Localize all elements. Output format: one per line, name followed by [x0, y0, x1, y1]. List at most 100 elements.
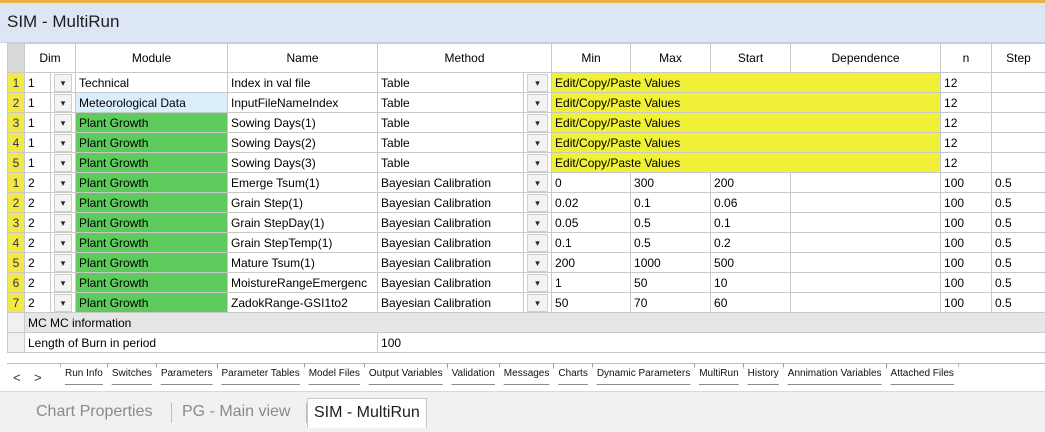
- row-number[interactable]: 2: [7, 192, 25, 213]
- min-cell[interactable]: 0.02: [551, 192, 632, 213]
- start-cell[interactable]: 500: [710, 252, 792, 273]
- tab-switches[interactable]: Switches: [107, 364, 157, 385]
- row-number[interactable]: 4: [7, 232, 25, 253]
- dim-cell[interactable]: 2: [24, 232, 51, 253]
- chevron-down-icon[interactable]: ▾: [54, 194, 73, 212]
- chevron-down-icon[interactable]: ▾: [54, 114, 73, 132]
- module-cell[interactable]: Meteorological Data: [75, 92, 229, 113]
- method-dropdown[interactable]: ▾: [523, 112, 553, 133]
- col-header-start[interactable]: Start: [710, 43, 792, 73]
- dim-dropdown[interactable]: ▾: [49, 232, 77, 253]
- tab-charts[interactable]: Charts: [553, 364, 592, 385]
- n-cell[interactable]: 100: [940, 212, 993, 233]
- name-cell[interactable]: Emerge Tsum(1): [227, 172, 379, 193]
- chevron-down-icon[interactable]: ▾: [54, 234, 73, 252]
- dim-dropdown[interactable]: ▾: [49, 272, 77, 293]
- name-cell[interactable]: Grain StepTemp(1): [227, 232, 379, 253]
- module-cell[interactable]: Technical: [75, 72, 229, 93]
- tab-parameters[interactable]: Parameters: [156, 364, 218, 385]
- tab-multirun[interactable]: MultiRun: [694, 364, 743, 385]
- n-cell[interactable]: 12: [940, 72, 993, 93]
- module-cell[interactable]: Plant Growth: [75, 112, 229, 133]
- method-cell[interactable]: Table: [377, 152, 525, 173]
- tab-output-variables[interactable]: Output Variables: [364, 364, 448, 385]
- row-number[interactable]: 3: [7, 212, 25, 233]
- row-number[interactable]: 6: [7, 272, 25, 293]
- step-cell[interactable]: 0.5: [991, 172, 1045, 193]
- dim-dropdown[interactable]: ▾: [49, 112, 77, 133]
- step-cell[interactable]: 0.5: [991, 212, 1045, 233]
- method-dropdown[interactable]: ▾: [523, 292, 553, 313]
- dependence-cell[interactable]: [790, 212, 942, 233]
- method-cell[interactable]: Bayesian Calibration: [377, 172, 525, 193]
- edit-values-cell[interactable]: Edit/Copy/Paste Values: [551, 92, 942, 113]
- tab-scroll-right-icon[interactable]: >: [34, 370, 42, 385]
- row-number[interactable]: 7: [7, 292, 25, 313]
- dim-cell[interactable]: 1: [24, 132, 51, 153]
- n-cell[interactable]: 100: [940, 252, 993, 273]
- module-cell[interactable]: Plant Growth: [75, 272, 229, 293]
- row-number[interactable]: 4: [7, 132, 25, 153]
- min-cell[interactable]: 0: [551, 172, 632, 193]
- chevron-down-icon[interactable]: ▾: [54, 274, 73, 292]
- module-cell[interactable]: Plant Growth: [75, 232, 229, 253]
- name-cell[interactable]: MoistureRangeEmergenc: [227, 272, 379, 293]
- chevron-down-icon[interactable]: ▾: [527, 274, 549, 292]
- chevron-down-icon[interactable]: ▾: [527, 174, 549, 192]
- tab-attached-files[interactable]: Attached Files: [886, 364, 959, 385]
- method-dropdown[interactable]: ▾: [523, 132, 553, 153]
- row-number[interactable]: 1: [7, 72, 25, 93]
- chevron-down-icon[interactable]: ▾: [527, 134, 549, 152]
- name-cell[interactable]: Grain Step(1): [227, 192, 379, 213]
- min-cell[interactable]: 0.1: [551, 232, 632, 253]
- n-cell[interactable]: 12: [940, 92, 993, 113]
- method-cell[interactable]: Bayesian Calibration: [377, 232, 525, 253]
- edit-values-cell[interactable]: Edit/Copy/Paste Values: [551, 132, 942, 153]
- chevron-down-icon[interactable]: ▾: [54, 174, 73, 192]
- n-cell[interactable]: 12: [940, 132, 993, 153]
- dim-cell[interactable]: 2: [24, 212, 51, 233]
- n-cell[interactable]: 12: [940, 112, 993, 133]
- chevron-down-icon[interactable]: ▾: [527, 154, 549, 172]
- max-cell[interactable]: 1000: [630, 252, 712, 273]
- col-header-dim[interactable]: Dim: [23, 43, 77, 73]
- row-number[interactable]: 1: [7, 172, 25, 193]
- module-cell[interactable]: Plant Growth: [75, 252, 229, 273]
- step-cell[interactable]: 0.5: [991, 192, 1045, 213]
- dim-dropdown[interactable]: ▾: [49, 92, 77, 113]
- min-cell[interactable]: 50: [551, 292, 632, 313]
- n-cell[interactable]: 100: [940, 232, 993, 253]
- dependence-cell[interactable]: [790, 232, 942, 253]
- row-number[interactable]: 3: [7, 112, 25, 133]
- chevron-down-icon[interactable]: ▾: [527, 94, 549, 112]
- method-dropdown[interactable]: ▾: [523, 272, 553, 293]
- chevron-down-icon[interactable]: ▾: [527, 254, 549, 272]
- method-cell[interactable]: Table: [377, 72, 525, 93]
- chevron-down-icon[interactable]: ▾: [54, 254, 73, 272]
- dependence-cell[interactable]: [790, 252, 942, 273]
- step-cell[interactable]: 0.5: [991, 232, 1045, 253]
- step-cell[interactable]: [991, 92, 1045, 113]
- min-cell[interactable]: 1: [551, 272, 632, 293]
- max-cell[interactable]: 0.5: [630, 232, 712, 253]
- chevron-down-icon[interactable]: ▾: [527, 214, 549, 232]
- method-dropdown[interactable]: ▾: [523, 192, 553, 213]
- dim-cell[interactable]: 2: [24, 172, 51, 193]
- tab-annimation-variables[interactable]: Annimation Variables: [783, 364, 887, 385]
- chevron-down-icon[interactable]: ▾: [54, 294, 73, 312]
- name-cell[interactable]: InputFileNameIndex: [227, 92, 379, 113]
- tab-dynamic-parameters[interactable]: Dynamic Parameters: [592, 364, 695, 385]
- col-header-name[interactable]: Name: [227, 43, 379, 73]
- doc-tab-chart-properties[interactable]: Chart Properties: [30, 398, 159, 428]
- start-cell[interactable]: 200: [710, 172, 792, 193]
- chevron-down-icon[interactable]: ▾: [54, 94, 73, 112]
- module-cell[interactable]: Plant Growth: [75, 212, 229, 233]
- chevron-down-icon[interactable]: ▾: [54, 154, 73, 172]
- tab-history[interactable]: History: [743, 364, 784, 385]
- chevron-down-icon[interactable]: ▾: [54, 134, 73, 152]
- dim-cell[interactable]: 2: [24, 292, 51, 313]
- method-cell[interactable]: Table: [377, 112, 525, 133]
- edit-values-cell[interactable]: Edit/Copy/Paste Values: [551, 152, 942, 173]
- max-cell[interactable]: 0.1: [630, 192, 712, 213]
- dependence-cell[interactable]: [790, 292, 942, 313]
